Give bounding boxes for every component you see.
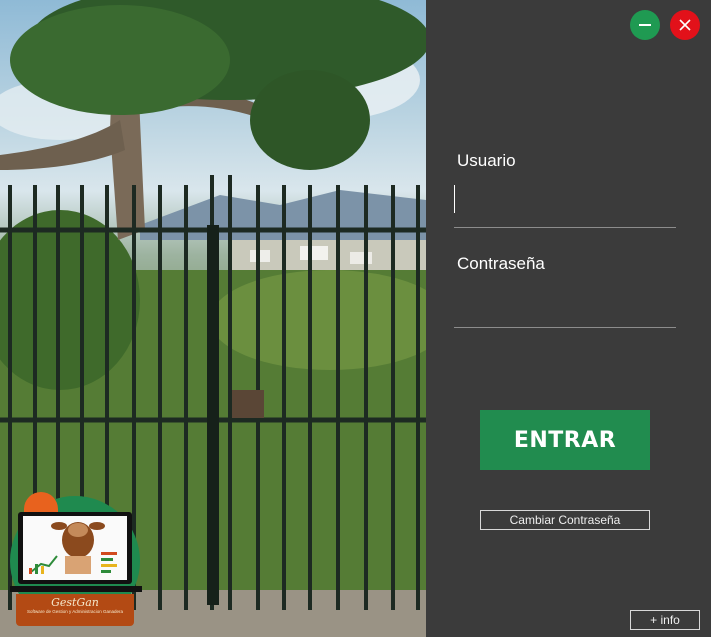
background-photo: GestGan Software de Gestion y Administra… [0, 0, 426, 637]
password-input[interactable] [454, 291, 676, 328]
monitor-stand [10, 586, 142, 592]
logo-screen [23, 516, 127, 580]
logo-brand: GestGan [51, 596, 99, 609]
gestgan-logo: GestGan Software de Gestion y Administra… [6, 492, 144, 637]
enter-button[interactable]: ENTRAR [480, 410, 650, 470]
text-caret [454, 185, 455, 213]
close-icon [679, 19, 691, 31]
monitor-icon [18, 512, 132, 584]
logo-accent [24, 492, 58, 512]
login-panel: Usuario Contraseña ENTRAR Cambiar Contra… [426, 0, 711, 637]
minus-icon [639, 24, 651, 26]
cow-chart-icon [29, 522, 117, 574]
username-label: Usuario [457, 151, 516, 170]
change-password-button[interactable]: Cambiar Contraseña [480, 510, 650, 530]
more-info-button[interactable]: + info [630, 610, 700, 630]
logo-banner: GestGan Software de Gestion y Administra… [16, 594, 134, 626]
username-input[interactable] [454, 191, 676, 228]
password-label: Contraseña [457, 254, 545, 273]
logo-tagline: Software de Gestion y Administracion Gan… [26, 609, 124, 614]
close-button[interactable] [670, 10, 700, 40]
minimize-button[interactable] [630, 10, 660, 40]
